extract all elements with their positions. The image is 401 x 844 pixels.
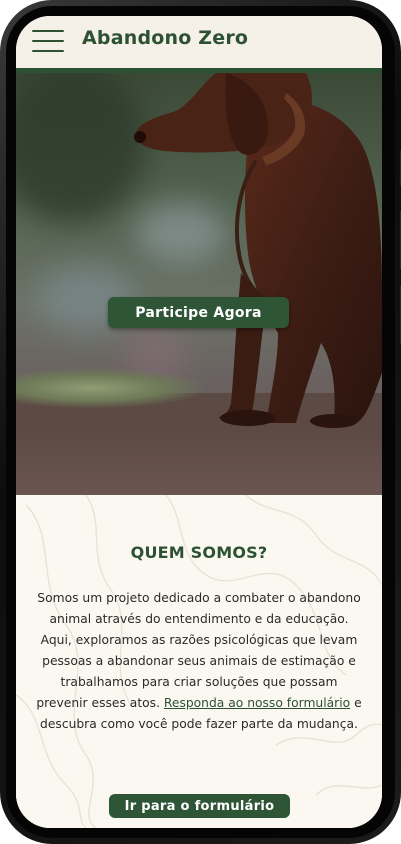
- dog-silhouette: [134, 73, 382, 428]
- about-text-part: Somos um projeto dedicado a combater o a…: [36, 591, 361, 710]
- app-title[interactable]: Abandono Zero: [82, 27, 248, 49]
- go-to-form-button[interactable]: Ir para o formulário: [109, 794, 290, 818]
- about-description: Somos um projeto dedicado a combater o a…: [34, 588, 364, 735]
- app-screen: Abandono Zero Participe Agora QUEM SOMOS…: [16, 16, 382, 828]
- phone-frame: Abandono Zero Participe Agora QUEM SOMOS…: [0, 0, 401, 844]
- hamburger-menu-icon[interactable]: [32, 30, 64, 52]
- brown-dog-photo: [16, 73, 382, 495]
- about-heading: QUEM SOMOS?: [130, 543, 268, 562]
- top-navbar: Abandono Zero: [16, 16, 382, 73]
- form-link[interactable]: Responda ao nosso formulário: [164, 696, 350, 710]
- participate-now-button[interactable]: Participe Agora: [108, 297, 289, 328]
- about-section: QUEM SOMOS? Somos um projeto dedicado a …: [16, 495, 382, 828]
- hero-section: Participe Agora: [16, 73, 382, 495]
